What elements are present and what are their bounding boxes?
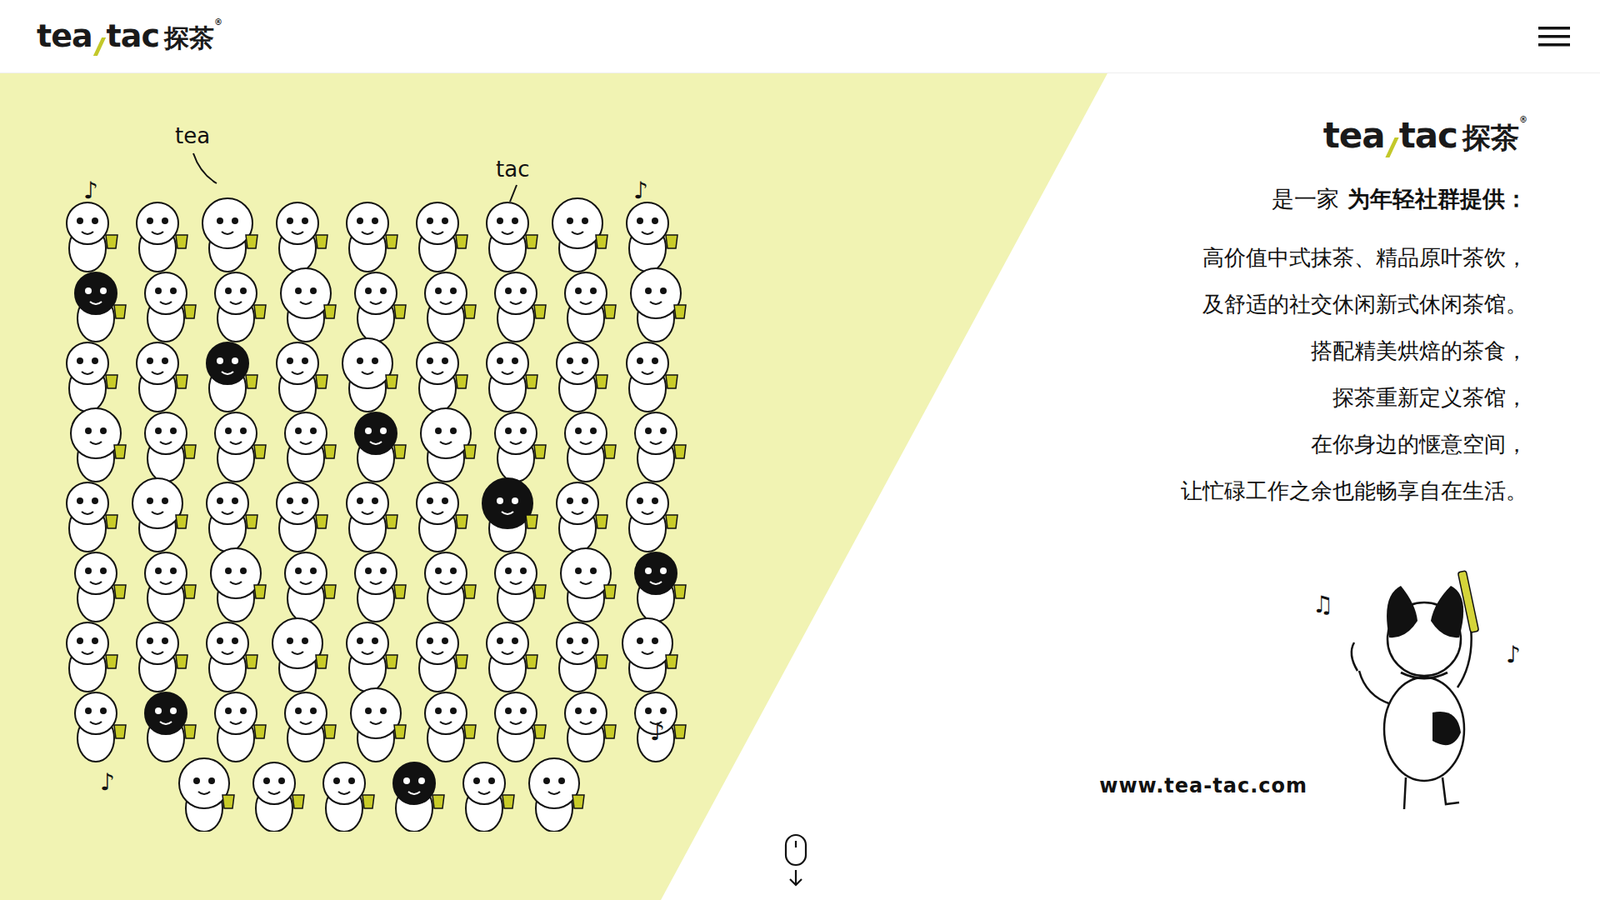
- svg-text:tea: tea: [175, 123, 210, 149]
- website-link[interactable]: www.tea-tac.com: [1099, 774, 1308, 813]
- svg-text:♪: ♪: [1505, 640, 1521, 669]
- svg-text:♪: ♪: [100, 768, 115, 796]
- intro-line: 探茶重新定义茶馆，: [1180, 374, 1528, 421]
- intro-line: 及舒适的社交休闲新式休闲茶馆。: [1180, 280, 1528, 328]
- svg-text:♪: ♪: [650, 718, 665, 746]
- logo[interactable]: teatac探茶®: [36, 17, 223, 56]
- intro: teatac探茶® 是一家为年轻社群提供： 高价值中式抹茶、精品原叶茶饮，及舒适的社…: [1099, 73, 1600, 900]
- intro-line: 高价值中式抹茶、精品原叶茶饮，: [1180, 234, 1528, 281]
- scroll-mouse-icon[interactable]: [783, 833, 809, 890]
- dog-mascot-icon: ♫♪: [1307, 562, 1533, 813]
- intro-footer: www.tea-tac.com♫♪: [1099, 562, 1533, 813]
- menu-icon[interactable]: [1535, 21, 1574, 52]
- animals-crowd-icon: tea tac ♪ ♪ ♪ ♪: [50, 123, 700, 832]
- svg-text:♪: ♪: [633, 176, 649, 205]
- intro-line: 让忙碌工作之余也能畅享自在生活。: [1180, 467, 1528, 515]
- svg-text:♫: ♫: [1312, 590, 1334, 619]
- page: teatac探茶® tea tac ♪ ♪ ♪ ♪ teatac探茶® 是一家为年轻社群提供： 高…: [0, 0, 1600, 900]
- svg-text:tac: tac: [495, 156, 530, 182]
- intro-line: 搭配精美烘焙的茶食，: [1180, 327, 1528, 375]
- slash-icon: [1385, 137, 1399, 158]
- intro-lead: 是一家为年轻社群提供：: [1271, 175, 1528, 223]
- intro-text: 高价值中式抹茶、精品原叶茶饮，及舒适的社交休闲新式休闲茶馆。搭配精美烘焙的茶食，…: [1180, 234, 1528, 515]
- svg-text:♪: ♪: [83, 176, 99, 205]
- illustration: tea tac ♪ ♪ ♪ ♪: [0, 73, 700, 900]
- intro-line: 在你身边的惬意空间，: [1180, 420, 1528, 468]
- intro-logo: teatac探茶®: [1323, 115, 1528, 158]
- hero: tea tac ♪ ♪ ♪ ♪ teatac探茶® 是一家为年轻社群提供： 高价值中式抹茶、精品…: [0, 73, 1600, 900]
- slash-icon: [92, 37, 105, 56]
- header: teatac探茶®: [0, 0, 1600, 74]
